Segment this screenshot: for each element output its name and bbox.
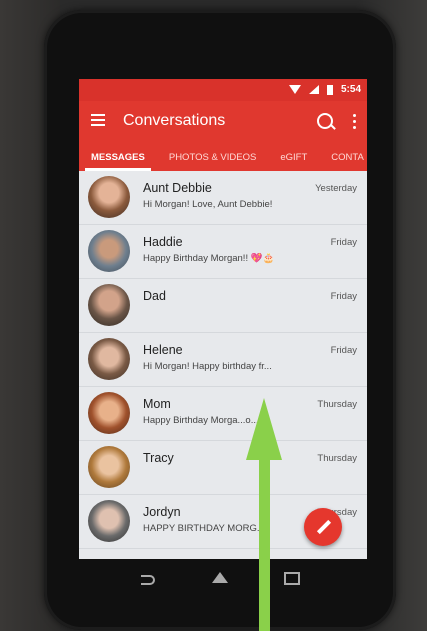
home-icon[interactable]: [212, 572, 228, 583]
conversation-row[interactable]: Aunt Debbie Hi Morgan! Love, Aunt Debbie…: [79, 171, 367, 225]
message-snippet: HAPPY BIRTHDAY MORG...: [143, 523, 265, 534]
contact-name: Mom: [143, 397, 171, 411]
message-time: Friday: [330, 291, 357, 302]
recent-apps-icon[interactable]: [284, 572, 300, 585]
tab-contacts[interactable]: CONTA: [319, 152, 367, 163]
back-icon[interactable]: [141, 575, 155, 585]
message-snippet: Hi Morgan! Happy birthday fr...: [143, 361, 272, 372]
avatar: [88, 284, 130, 326]
avatar: [88, 500, 130, 542]
signal-icon: [308, 85, 319, 94]
message-time: Yesterday: [315, 183, 357, 194]
search-icon[interactable]: [317, 113, 333, 129]
contact-name: Dad: [143, 289, 166, 303]
tab-messages[interactable]: MESSAGES: [79, 152, 157, 163]
status-time: 5:54: [340, 84, 361, 95]
avatar: [88, 392, 130, 434]
message-time: Thursday: [317, 399, 357, 410]
status-bar: 5:54: [79, 79, 367, 101]
message-time: Friday: [330, 237, 357, 248]
conversation-row[interactable]: Tracy Thursday: [79, 441, 367, 495]
conversation-row[interactable]: Haddie Happy Birthday Morgan!! 💖🎂 Friday: [79, 225, 367, 279]
conversation-row[interactable]: Helene Hi Morgan! Happy birthday fr... F…: [79, 333, 367, 387]
compose-button[interactable]: [304, 508, 342, 546]
contact-name: Jordyn: [143, 505, 181, 519]
conversation-row[interactable]: Dad Friday: [79, 279, 367, 333]
contact-name: Tracy: [143, 451, 174, 465]
message-snippet: Hi Morgan! Love, Aunt Debbie!: [143, 199, 273, 210]
contact-name: Haddie: [143, 235, 183, 249]
tab-bar: MESSAGES PHOTOS & VIDEOS eGIFT CONTA: [79, 143, 367, 171]
menu-icon[interactable]: [91, 114, 105, 129]
tab-photos-videos[interactable]: PHOTOS & VIDEOS: [157, 152, 268, 163]
avatar: [88, 176, 130, 218]
app-bar: Conversations: [79, 101, 367, 143]
tab-egift[interactable]: eGIFT: [268, 152, 319, 163]
message-snippet: Happy Birthday Morga...o...: [143, 415, 259, 426]
avatar: [88, 446, 130, 488]
more-vert-icon[interactable]: [353, 114, 357, 132]
phone-screen: 5:54 Conversations MESSAGES PHOTOS & VID…: [79, 79, 367, 559]
message-time: Thursday: [317, 453, 357, 464]
pencil-icon: [316, 519, 332, 535]
conversation-list: Aunt Debbie Hi Morgan! Love, Aunt Debbie…: [79, 171, 367, 549]
avatar: [88, 230, 130, 272]
message-time: Friday: [330, 345, 357, 356]
navigation-bar: [79, 561, 367, 597]
contact-name: Aunt Debbie: [143, 181, 212, 195]
message-snippet: Happy Birthday Morgan!! 💖🎂: [143, 253, 275, 264]
avatar: [88, 338, 130, 380]
wifi-icon: [288, 85, 301, 94]
battery-icon: [326, 84, 333, 95]
contact-name: Helene: [143, 343, 183, 357]
app-title: Conversations: [123, 112, 226, 129]
conversation-row[interactable]: Mom Happy Birthday Morga...o... Thursday: [79, 387, 367, 441]
